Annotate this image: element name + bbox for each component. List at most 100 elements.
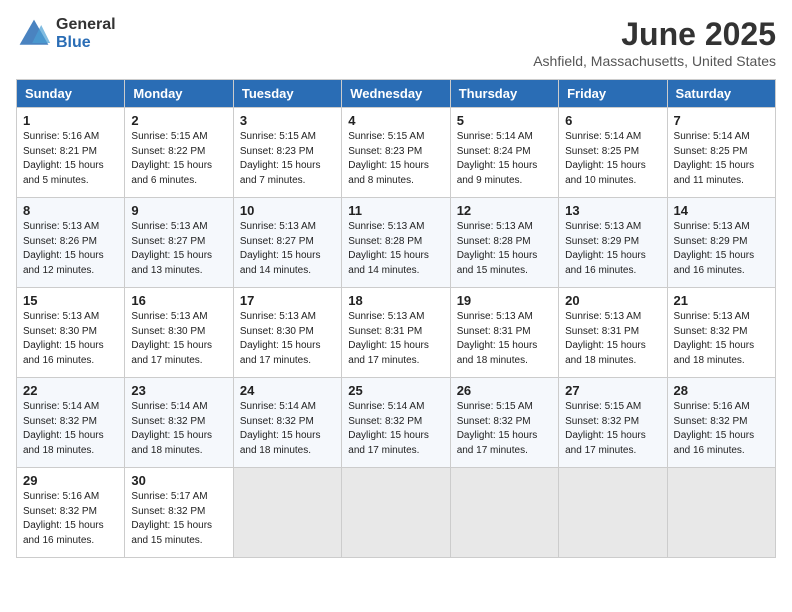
sunrise-label: Sunrise: 5:13 AM [565, 221, 641, 232]
sunrise-label: Sunrise: 5:15 AM [240, 131, 316, 142]
calendar-cell: 9 Sunrise: 5:13 AM Sunset: 8:27 PM Dayli… [125, 198, 233, 288]
cell-info: Sunrise: 5:13 AM Sunset: 8:30 PM Dayligh… [23, 310, 118, 368]
sunrise-label: Sunrise: 5:14 AM [240, 401, 316, 412]
daylight-label: Daylight: 15 hours and 7 minutes. [240, 160, 321, 186]
sunrise-label: Sunrise: 5:15 AM [457, 401, 533, 412]
cell-info: Sunrise: 5:13 AM Sunset: 8:26 PM Dayligh… [23, 220, 118, 278]
empty-cell [450, 468, 558, 558]
calendar-cell: 21 Sunrise: 5:13 AM Sunset: 8:32 PM Dayl… [667, 288, 775, 378]
sunrise-label: Sunrise: 5:15 AM [131, 131, 207, 142]
sunrise-label: Sunrise: 5:14 AM [457, 131, 533, 142]
sunset-label: Sunset: 8:30 PM [23, 326, 97, 337]
sunrise-label: Sunrise: 5:13 AM [131, 311, 207, 322]
cell-info: Sunrise: 5:13 AM Sunset: 8:32 PM Dayligh… [674, 310, 769, 368]
cell-info: Sunrise: 5:13 AM Sunset: 8:28 PM Dayligh… [457, 220, 552, 278]
logo-blue-text: Blue [56, 34, 116, 52]
daylight-label: Daylight: 15 hours and 17 minutes. [457, 430, 538, 456]
sunset-label: Sunset: 8:32 PM [23, 506, 97, 517]
day-number: 12 [457, 203, 552, 218]
sunset-label: Sunset: 8:23 PM [240, 146, 314, 157]
day-number: 28 [674, 383, 769, 398]
sunset-label: Sunset: 8:30 PM [240, 326, 314, 337]
empty-cell [233, 468, 341, 558]
sunset-label: Sunset: 8:32 PM [674, 416, 748, 427]
daylight-label: Daylight: 15 hours and 12 minutes. [23, 250, 104, 276]
empty-cell [342, 468, 450, 558]
sunrise-label: Sunrise: 5:14 AM [565, 131, 641, 142]
cell-info: Sunrise: 5:14 AM Sunset: 8:32 PM Dayligh… [240, 400, 335, 458]
calendar-cell: 27 Sunrise: 5:15 AM Sunset: 8:32 PM Dayl… [559, 378, 667, 468]
day-of-week-header: Saturday [667, 80, 775, 108]
day-number: 27 [565, 383, 660, 398]
sunrise-label: Sunrise: 5:13 AM [240, 311, 316, 322]
calendar-cell: 10 Sunrise: 5:13 AM Sunset: 8:27 PM Dayl… [233, 198, 341, 288]
calendar-cell: 18 Sunrise: 5:13 AM Sunset: 8:31 PM Dayl… [342, 288, 450, 378]
empty-cell [667, 468, 775, 558]
sunset-label: Sunset: 8:32 PM [240, 416, 314, 427]
day-number: 26 [457, 383, 552, 398]
sunrise-label: Sunrise: 5:14 AM [23, 401, 99, 412]
daylight-label: Daylight: 15 hours and 16 minutes. [674, 250, 755, 276]
cell-info: Sunrise: 5:15 AM Sunset: 8:32 PM Dayligh… [457, 400, 552, 458]
sunset-label: Sunset: 8:32 PM [457, 416, 531, 427]
sunset-label: Sunset: 8:32 PM [674, 326, 748, 337]
calendar-cell: 8 Sunrise: 5:13 AM Sunset: 8:26 PM Dayli… [17, 198, 125, 288]
sunset-label: Sunset: 8:29 PM [674, 236, 748, 247]
daylight-label: Daylight: 15 hours and 6 minutes. [131, 160, 212, 186]
day-number: 18 [348, 293, 443, 308]
sunrise-label: Sunrise: 5:14 AM [674, 131, 750, 142]
day-number: 1 [23, 113, 118, 128]
sunset-label: Sunset: 8:29 PM [565, 236, 639, 247]
daylight-label: Daylight: 15 hours and 18 minutes. [131, 430, 212, 456]
calendar-cell: 20 Sunrise: 5:13 AM Sunset: 8:31 PM Dayl… [559, 288, 667, 378]
day-number: 19 [457, 293, 552, 308]
day-number: 5 [457, 113, 552, 128]
day-number: 17 [240, 293, 335, 308]
sunrise-label: Sunrise: 5:13 AM [131, 221, 207, 232]
sunrise-label: Sunrise: 5:16 AM [23, 131, 99, 142]
sunset-label: Sunset: 8:22 PM [131, 146, 205, 157]
day-number: 14 [674, 203, 769, 218]
empty-cell [559, 468, 667, 558]
calendar-cell: 1 Sunrise: 5:16 AM Sunset: 8:21 PM Dayli… [17, 108, 125, 198]
calendar-cell: 15 Sunrise: 5:13 AM Sunset: 8:30 PM Dayl… [17, 288, 125, 378]
sunrise-label: Sunrise: 5:13 AM [23, 311, 99, 322]
cell-info: Sunrise: 5:14 AM Sunset: 8:32 PM Dayligh… [348, 400, 443, 458]
calendar-cell: 13 Sunrise: 5:13 AM Sunset: 8:29 PM Dayl… [559, 198, 667, 288]
page-header: General Blue June 2025 Ashfield, Massach… [16, 16, 776, 69]
sunset-label: Sunset: 8:21 PM [23, 146, 97, 157]
sunset-label: Sunset: 8:32 PM [348, 416, 422, 427]
sunset-label: Sunset: 8:27 PM [131, 236, 205, 247]
day-number: 11 [348, 203, 443, 218]
sunset-label: Sunset: 8:24 PM [457, 146, 531, 157]
sunrise-label: Sunrise: 5:13 AM [565, 311, 641, 322]
calendar-cell: 2 Sunrise: 5:15 AM Sunset: 8:22 PM Dayli… [125, 108, 233, 198]
daylight-label: Daylight: 15 hours and 14 minutes. [348, 250, 429, 276]
calendar-cell: 7 Sunrise: 5:14 AM Sunset: 8:25 PM Dayli… [667, 108, 775, 198]
daylight-label: Daylight: 15 hours and 9 minutes. [457, 160, 538, 186]
sunrise-label: Sunrise: 5:13 AM [348, 311, 424, 322]
daylight-label: Daylight: 15 hours and 10 minutes. [565, 160, 646, 186]
sunrise-label: Sunrise: 5:13 AM [674, 221, 750, 232]
cell-info: Sunrise: 5:14 AM Sunset: 8:25 PM Dayligh… [674, 130, 769, 188]
calendar-cell: 28 Sunrise: 5:16 AM Sunset: 8:32 PM Dayl… [667, 378, 775, 468]
cell-info: Sunrise: 5:13 AM Sunset: 8:31 PM Dayligh… [565, 310, 660, 368]
calendar-cell: 30 Sunrise: 5:17 AM Sunset: 8:32 PM Dayl… [125, 468, 233, 558]
daylight-label: Daylight: 15 hours and 13 minutes. [131, 250, 212, 276]
daylight-label: Daylight: 15 hours and 17 minutes. [131, 340, 212, 366]
daylight-label: Daylight: 15 hours and 17 minutes. [565, 430, 646, 456]
day-number: 4 [348, 113, 443, 128]
cell-info: Sunrise: 5:16 AM Sunset: 8:32 PM Dayligh… [23, 490, 118, 548]
sunset-label: Sunset: 8:27 PM [240, 236, 314, 247]
cell-info: Sunrise: 5:15 AM Sunset: 8:32 PM Dayligh… [565, 400, 660, 458]
daylight-label: Daylight: 15 hours and 18 minutes. [23, 430, 104, 456]
calendar-cell: 11 Sunrise: 5:13 AM Sunset: 8:28 PM Dayl… [342, 198, 450, 288]
sunset-label: Sunset: 8:25 PM [565, 146, 639, 157]
cell-info: Sunrise: 5:13 AM Sunset: 8:28 PM Dayligh… [348, 220, 443, 278]
sunrise-label: Sunrise: 5:15 AM [348, 131, 424, 142]
sunrise-label: Sunrise: 5:14 AM [348, 401, 424, 412]
day-of-week-header: Sunday [17, 80, 125, 108]
day-of-week-header: Thursday [450, 80, 558, 108]
cell-info: Sunrise: 5:13 AM Sunset: 8:27 PM Dayligh… [131, 220, 226, 278]
daylight-label: Daylight: 15 hours and 17 minutes. [348, 340, 429, 366]
